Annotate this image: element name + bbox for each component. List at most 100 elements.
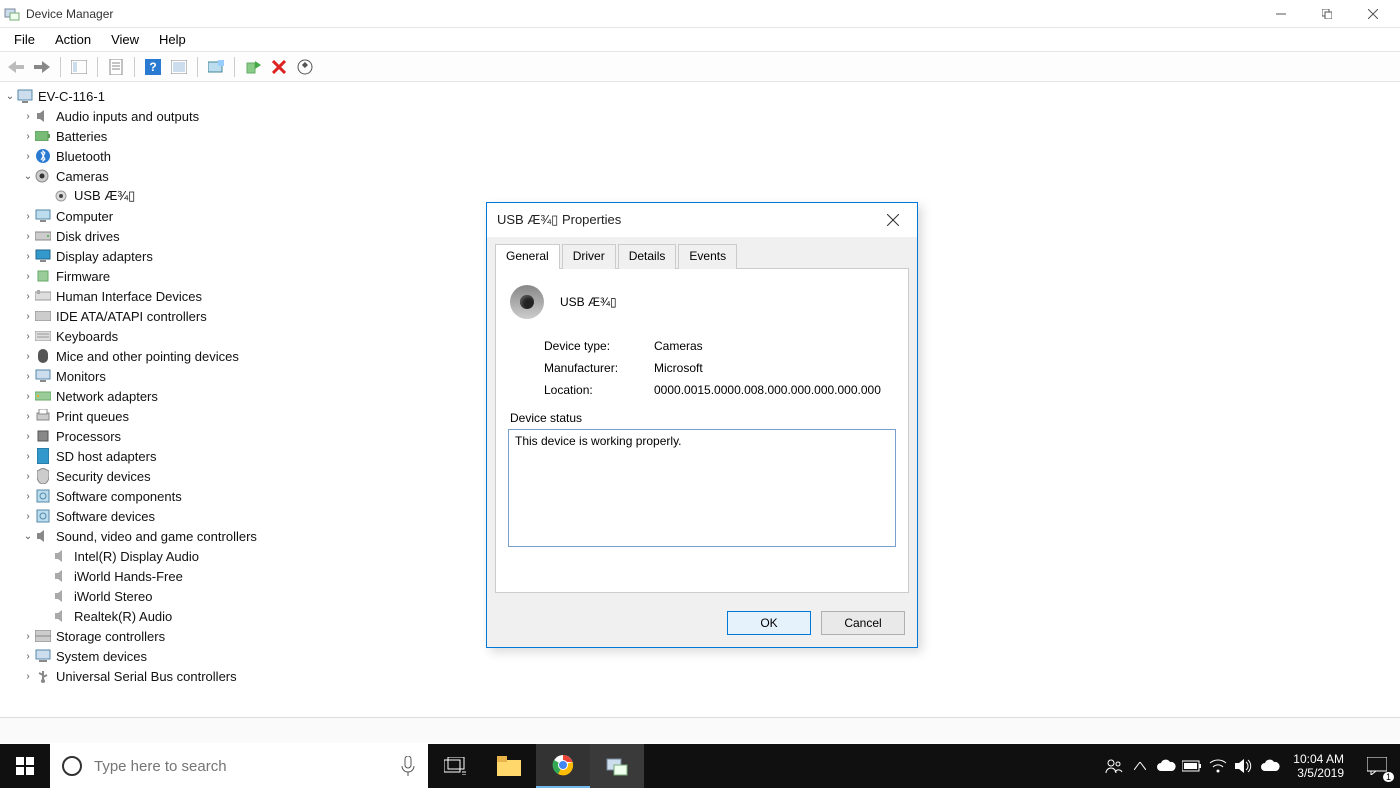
tree-label: Audio inputs and outputs xyxy=(56,109,199,124)
tab-details[interactable]: Details xyxy=(618,244,677,269)
tree-row[interactable]: ›System devices xyxy=(4,646,1400,666)
device-status-box[interactable] xyxy=(508,429,896,547)
maximize-button[interactable] xyxy=(1304,0,1350,28)
tree-twisty-open[interactable]: ⌄ xyxy=(4,91,16,102)
tree-twisty-closed[interactable]: › xyxy=(22,231,34,242)
help-button[interactable]: ? xyxy=(141,55,165,79)
network-icon xyxy=(34,388,52,404)
computer-root-icon xyxy=(16,88,34,104)
cloud-sync-icon[interactable] xyxy=(1257,744,1283,788)
tree-twisty-closed[interactable]: › xyxy=(22,671,34,682)
properties-dialog: USB Æ¾▯ Properties General Driver Detail… xyxy=(486,202,918,648)
tree-twisty-open[interactable]: ⌄ xyxy=(22,531,34,542)
keyboard-icon xyxy=(34,328,52,344)
tree-twisty-closed[interactable]: › xyxy=(22,491,34,502)
tree-label: iWorld Hands-Free xyxy=(74,569,183,584)
speaker-child-icon xyxy=(52,608,70,624)
tree-label: Computer xyxy=(56,209,113,224)
tab-driver[interactable]: Driver xyxy=(562,244,616,269)
mic-icon[interactable] xyxy=(388,756,428,776)
forward-button[interactable] xyxy=(30,55,54,79)
security-icon xyxy=(34,468,52,484)
start-button[interactable] xyxy=(0,744,50,788)
tree-row[interactable]: ›Batteries xyxy=(4,126,1400,146)
battery-icon[interactable] xyxy=(1179,744,1205,788)
tree-label: EV-C-116-1 xyxy=(38,89,105,104)
printer-icon xyxy=(34,408,52,424)
menu-view[interactable]: View xyxy=(101,30,149,49)
cancel-button[interactable]: Cancel xyxy=(821,611,905,635)
update-driver-button[interactable] xyxy=(204,55,228,79)
properties-button[interactable] xyxy=(104,55,128,79)
action-center-button[interactable]: 1 xyxy=(1354,744,1400,788)
volume-icon[interactable] xyxy=(1231,744,1257,788)
dialog-close-button[interactable] xyxy=(879,206,907,234)
tree-twisty-closed[interactable]: › xyxy=(22,471,34,482)
tree-label: USB Æ¾▯ xyxy=(74,188,135,204)
tree-row[interactable]: ⌄ EV-C-116-1 xyxy=(4,86,1400,106)
tree-twisty-closed[interactable]: › xyxy=(22,351,34,362)
tree-twisty-closed[interactable]: › xyxy=(22,251,34,262)
status-strip xyxy=(0,717,1400,743)
tree-label: Mice and other pointing devices xyxy=(56,349,239,364)
scan-for-changes-button[interactable] xyxy=(293,55,317,79)
menu-file[interactable]: File xyxy=(4,30,45,49)
tree-twisty-closed[interactable]: › xyxy=(22,631,34,642)
tab-general[interactable]: General xyxy=(495,244,560,269)
close-button[interactable] xyxy=(1350,0,1396,28)
tree-twisty-closed[interactable]: › xyxy=(22,151,34,162)
wifi-icon[interactable] xyxy=(1205,744,1231,788)
tree-row[interactable]: ⌄Cameras xyxy=(4,166,1400,186)
task-view-button[interactable] xyxy=(428,744,482,788)
uninstall-device-button[interactable] xyxy=(267,55,291,79)
taskbar-search[interactable] xyxy=(50,744,428,788)
tree-twisty-closed[interactable]: › xyxy=(22,211,34,222)
people-icon[interactable] xyxy=(1101,744,1127,788)
tab-events[interactable]: Events xyxy=(678,244,737,269)
minimize-button[interactable] xyxy=(1258,0,1304,28)
tree-twisty-closed[interactable]: › xyxy=(22,311,34,322)
battery-icon xyxy=(34,128,52,144)
sd-icon xyxy=(34,448,52,464)
speaker-icon xyxy=(34,108,52,124)
toolbar-separator xyxy=(197,57,198,77)
search-input[interactable] xyxy=(94,758,388,775)
back-button[interactable] xyxy=(4,55,28,79)
ok-button[interactable]: OK xyxy=(727,611,811,635)
tree-twisty-closed[interactable]: › xyxy=(22,291,34,302)
tree-twisty-closed[interactable]: › xyxy=(22,451,34,462)
tree-twisty-open[interactable]: ⌄ xyxy=(22,171,34,182)
taskbar-clock[interactable]: 10:04 AM 3/5/2019 xyxy=(1283,752,1354,780)
tree-row[interactable]: › Audio inputs and outputs xyxy=(4,106,1400,126)
tree-twisty-closed[interactable]: › xyxy=(22,411,34,422)
tree-label: SD host adapters xyxy=(56,449,156,464)
tree-twisty-closed[interactable]: › xyxy=(22,271,34,282)
tree-twisty-closed[interactable]: › xyxy=(22,131,34,142)
onedrive-icon[interactable] xyxy=(1153,744,1179,788)
tree-twisty-closed[interactable]: › xyxy=(22,371,34,382)
tree-twisty-closed[interactable]: › xyxy=(22,391,34,402)
tray-overflow-icon[interactable] xyxy=(1127,744,1153,788)
menu-help[interactable]: Help xyxy=(149,30,196,49)
tree-row[interactable]: › Universal Serial Bus controllers xyxy=(4,666,1400,686)
taskbar-app-chrome[interactable] xyxy=(536,744,590,788)
tree-label: Universal Serial Bus controllers xyxy=(56,669,237,684)
tree-twisty-closed[interactable]: › xyxy=(22,431,34,442)
camera-child-icon xyxy=(52,188,70,204)
taskbar-app-device-manager[interactable] xyxy=(590,744,644,788)
dialog-titlebar[interactable]: USB Æ¾▯ Properties xyxy=(487,203,917,237)
tree-twisty-closed[interactable]: › xyxy=(22,111,34,122)
camera-icon xyxy=(510,285,544,319)
menu-action[interactable]: Action xyxy=(45,30,101,49)
tree-twisty-closed[interactable]: › xyxy=(22,511,34,522)
show-hide-console-tree-button[interactable] xyxy=(67,55,91,79)
tree-label: Bluetooth xyxy=(56,149,111,164)
tree-twisty-closed[interactable]: › xyxy=(22,651,34,662)
scan-hardware-button[interactable] xyxy=(167,55,191,79)
tree-row[interactable]: › Bluetooth xyxy=(4,146,1400,166)
enable-device-button[interactable] xyxy=(241,55,265,79)
cpu-icon xyxy=(34,428,52,444)
taskbar-app-explorer[interactable] xyxy=(482,744,536,788)
toolbar-separator xyxy=(97,57,98,77)
tree-twisty-closed[interactable]: › xyxy=(22,331,34,342)
